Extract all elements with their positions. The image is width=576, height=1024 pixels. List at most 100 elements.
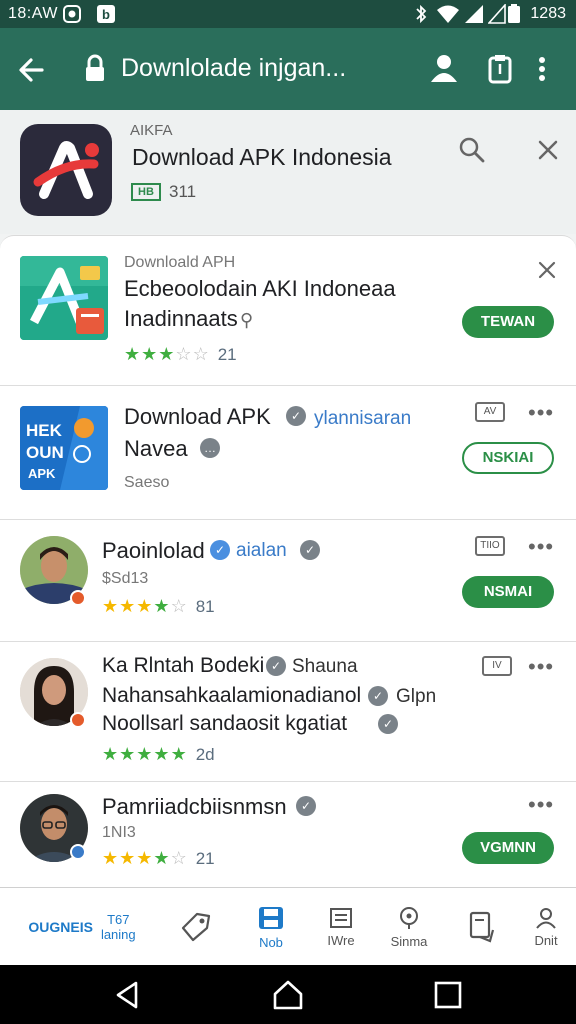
install-button[interactable]: VGMNN: [462, 832, 554, 864]
dismiss-icon[interactable]: [537, 260, 557, 280]
status-bar: 18:AW b 1283: [0, 0, 576, 28]
star-icon: ★: [153, 744, 170, 764]
item-title: Pamriiadcbiisnmsn: [102, 794, 287, 819]
nav-left-sub-top: T67: [107, 912, 130, 927]
svg-text:OUN: OUN: [26, 443, 64, 462]
notification-icon: [62, 4, 82, 24]
star-icon: ★: [141, 344, 158, 364]
status-dot-icon: [70, 590, 86, 606]
list-item[interactable]: Pamriiadcbiisnmsn ✓ 1NI3 ★ ★ ★ ★ ☆ 21 ••…: [0, 782, 576, 887]
tabs-icon[interactable]: [484, 52, 516, 86]
verified-icon-3: ✓: [378, 714, 398, 734]
star-icon: ★: [136, 596, 153, 616]
bottom-navigation: OUGNEIS T67 laning Nob IWre Sinma Dnit: [0, 887, 576, 965]
list-item[interactable]: Ka Rlntah Bodeki ✓ Shauna Nahansahkaalam…: [0, 642, 576, 782]
item-size: 1NI3: [102, 824, 136, 841]
more-horiz-icon[interactable]: •••: [528, 536, 554, 558]
item-title-line3: Noollsarl sandaosit kgatiat: [102, 712, 348, 735]
install-button[interactable]: NSMAI: [462, 576, 554, 608]
search-icon[interactable]: [458, 136, 486, 164]
item-title: Paoinlolad: [102, 538, 205, 563]
home-icon[interactable]: [272, 979, 304, 1011]
nav-left-label: OUGNEIS: [28, 919, 93, 935]
star-icon: ★: [119, 848, 136, 868]
verified-icon-2: ✓: [300, 540, 320, 560]
ad-badge: TIIO: [475, 536, 505, 556]
star-icon: ★: [158, 344, 175, 364]
star-icon: ★: [102, 744, 119, 764]
more-horiz-icon[interactable]: •••: [528, 794, 554, 816]
status-dot-icon: [70, 844, 86, 860]
item-title-extra: Shauna: [292, 656, 358, 677]
location-icon: [400, 906, 418, 929]
star-icon: ★: [102, 848, 119, 868]
rating-stars: ★ ★ ★ ★ ★ 2d: [102, 744, 215, 765]
star-empty-icon: ☆: [170, 848, 187, 868]
nav-item-profile[interactable]: Dnit: [526, 888, 566, 966]
save-icon: [259, 906, 283, 929]
star-icon: ★: [124, 344, 141, 364]
profile-icon: [536, 907, 556, 929]
star-icon: ★: [136, 848, 153, 868]
rating-count: 21: [195, 848, 215, 868]
nav-item-left[interactable]: OUGNEIS T67 laning: [14, 888, 150, 966]
item-title-extra: ylannisaran: [314, 408, 412, 429]
nav-item-home[interactable]: Nob: [246, 888, 296, 966]
recents-icon[interactable]: [432, 979, 464, 1011]
list-item[interactable]: HEK OUN APK Download APK ✓ ylannisaran N…: [0, 386, 576, 520]
star-icon: ★: [136, 744, 153, 764]
browser-toolbar: Downlolade injgan...: [0, 28, 576, 110]
item-title-line2-extra: Glpn: [396, 686, 437, 707]
star-icon: ★: [153, 848, 170, 868]
item-category: Downloald APH: [124, 254, 236, 271]
account-icon[interactable]: [428, 52, 460, 86]
bluetooth-icon: [414, 4, 428, 24]
page-title: Download APK Indonesia: [132, 144, 392, 170]
nav-left-sub-bottom: laning: [100, 927, 136, 942]
star-empty-icon: ☆: [192, 344, 209, 364]
rating-stars: ★ ★ ★ ★ ☆ 21: [102, 848, 215, 869]
status-dot-icon: [70, 712, 86, 728]
header-subtitle: AIKFA: [130, 122, 173, 139]
close-icon[interactable]: [534, 136, 562, 164]
item-title: Download APK: [124, 404, 271, 429]
ad-badge: AV: [475, 402, 505, 422]
back-triangle-icon[interactable]: [112, 979, 144, 1011]
item-title: Ecbeoolodain AKI Indoneaa: [124, 276, 396, 301]
person-icon: ⚲: [240, 310, 254, 330]
header-meta: HB 311: [131, 182, 196, 202]
more-horiz-icon[interactable]: •••: [528, 402, 554, 424]
ad-badge: IV: [482, 656, 512, 676]
verified-icon-2: ✓: [368, 686, 388, 706]
install-button[interactable]: TEWAN: [462, 306, 554, 338]
list-item[interactable]: Downloald APH Ecbeoolodain AKI Indoneaa …: [0, 236, 576, 386]
battery-time: 1283: [530, 5, 566, 22]
rating-count: 81: [195, 596, 215, 616]
verified-icon: ✓: [286, 406, 306, 426]
list-item[interactable]: Paoinlolad ✓ aialan ✓ $Sd13 ★ ★ ★ ★ ☆ 81…: [0, 520, 576, 642]
more-vert-icon[interactable]: [534, 52, 550, 86]
svg-text:APK: APK: [28, 466, 56, 481]
nav-item-location[interactable]: Sinma: [382, 888, 436, 966]
list-icon: [330, 907, 352, 928]
nav-item-document[interactable]: [462, 888, 502, 966]
star-icon: ★: [170, 744, 187, 764]
star-icon: ★: [119, 744, 136, 764]
install-button[interactable]: NSKIAI: [462, 442, 554, 474]
nav-item-tag[interactable]: [174, 888, 218, 966]
signal-icon-2: [488, 4, 506, 24]
app-header-card: AIKFA Download APK Indonesia HB 311: [0, 110, 576, 234]
rating-count: 21: [217, 344, 237, 364]
item-title-line2: Inadinnaats: [124, 306, 238, 331]
rating-stars: ★ ★ ★ ☆ ☆ 21: [124, 344, 237, 365]
rating-stars: ★ ★ ★ ★ ☆ 81: [102, 596, 215, 617]
lock-icon: [84, 54, 106, 84]
nav-item-news[interactable]: IWre: [316, 888, 366, 966]
url-text[interactable]: Downlolade injgan...: [121, 54, 346, 83]
app-logo: [20, 124, 112, 216]
item-title-extra: aialan: [236, 540, 287, 561]
nav-label: Sinma: [390, 933, 428, 949]
back-arrow-icon[interactable]: [14, 52, 50, 88]
more-horiz-icon[interactable]: •••: [528, 656, 554, 678]
item-title-line2: Navea: [124, 436, 188, 461]
